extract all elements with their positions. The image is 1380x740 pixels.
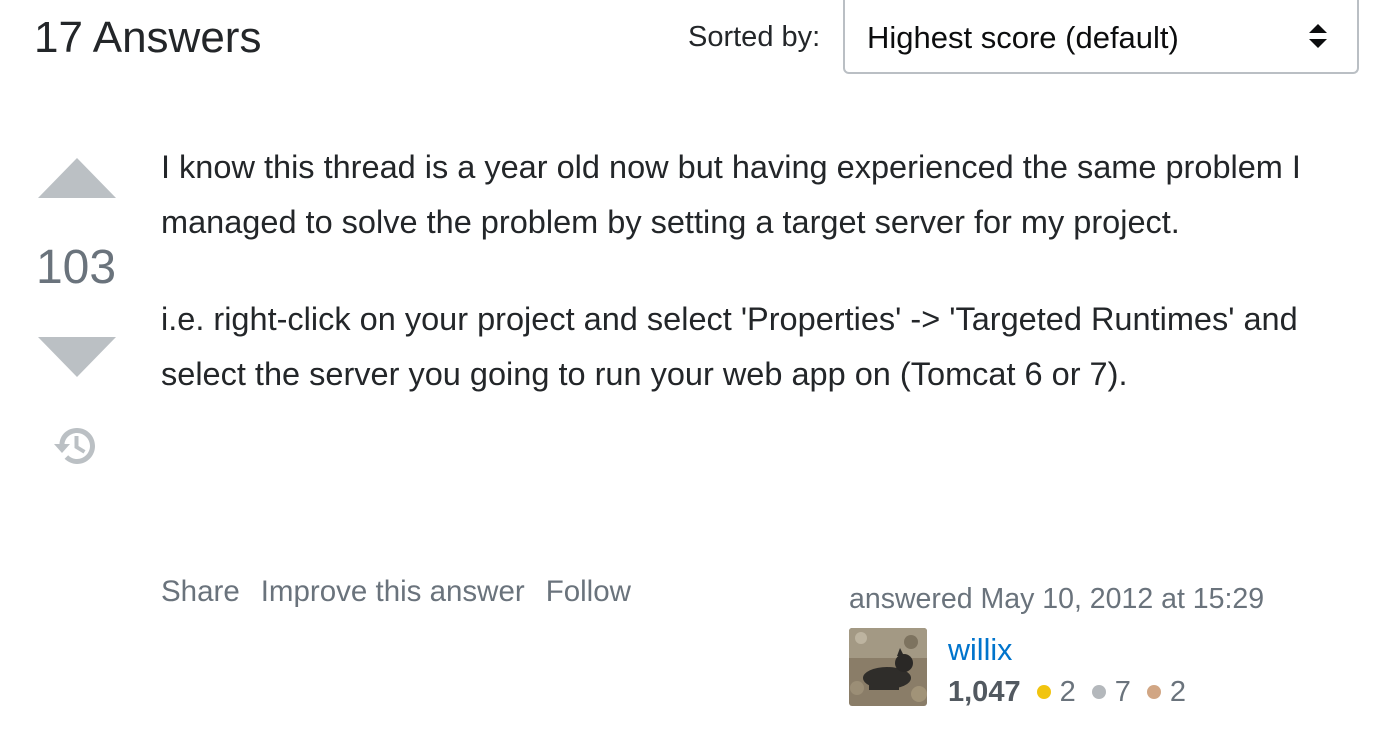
gold-badges: 2 bbox=[1036, 672, 1076, 712]
gold-badge-count: 2 bbox=[1059, 676, 1076, 708]
upvote-arrow-icon[interactable] bbox=[38, 158, 116, 198]
reputation-score: 1,047 bbox=[948, 676, 1021, 708]
sort-arrows-icon bbox=[1309, 24, 1327, 48]
user-name-link[interactable]: willix bbox=[948, 630, 1012, 670]
user-stats: 1,047 2 7 2 bbox=[948, 672, 1202, 712]
silver-badge-icon bbox=[1091, 685, 1106, 699]
sort-select-value: Highest score (default) bbox=[867, 20, 1179, 55]
vote-count: 103 bbox=[35, 241, 117, 294]
sort-select[interactable]: Highest score (default) bbox=[843, 0, 1359, 74]
answer-paragraph: I know this thread is a year old now but… bbox=[161, 149, 1301, 240]
improve-answer-link[interactable]: Improve this answer bbox=[261, 572, 525, 612]
follow-link[interactable]: Follow bbox=[546, 572, 631, 612]
bronze-badge-icon bbox=[1146, 685, 1161, 699]
post-menu: Share Improve this answer Follow bbox=[161, 572, 652, 612]
answer-body: I know this thread is a year old now but… bbox=[161, 140, 1341, 402]
user-card: answered May 10, 2012 at 15:29 willix 1,… bbox=[849, 580, 1349, 708]
answer-paragraph: i.e. right-click on your project and sel… bbox=[161, 301, 1298, 392]
sort-label: Sorted by: bbox=[688, 21, 821, 53]
share-link[interactable]: Share bbox=[161, 572, 240, 612]
answers-heading: 17 Answers bbox=[34, 13, 262, 62]
downvote-arrow-icon[interactable] bbox=[38, 337, 116, 377]
silver-badges: 7 bbox=[1091, 672, 1131, 712]
silver-badge-count: 7 bbox=[1114, 676, 1131, 708]
history-icon[interactable] bbox=[52, 422, 98, 468]
user-avatar[interactable] bbox=[849, 628, 927, 706]
answered-timestamp: answered May 10, 2012 at 15:29 bbox=[849, 583, 1265, 615]
bronze-badges: 2 bbox=[1146, 672, 1186, 712]
gold-badge-icon bbox=[1036, 685, 1051, 699]
bronze-badge-count: 2 bbox=[1169, 676, 1186, 708]
